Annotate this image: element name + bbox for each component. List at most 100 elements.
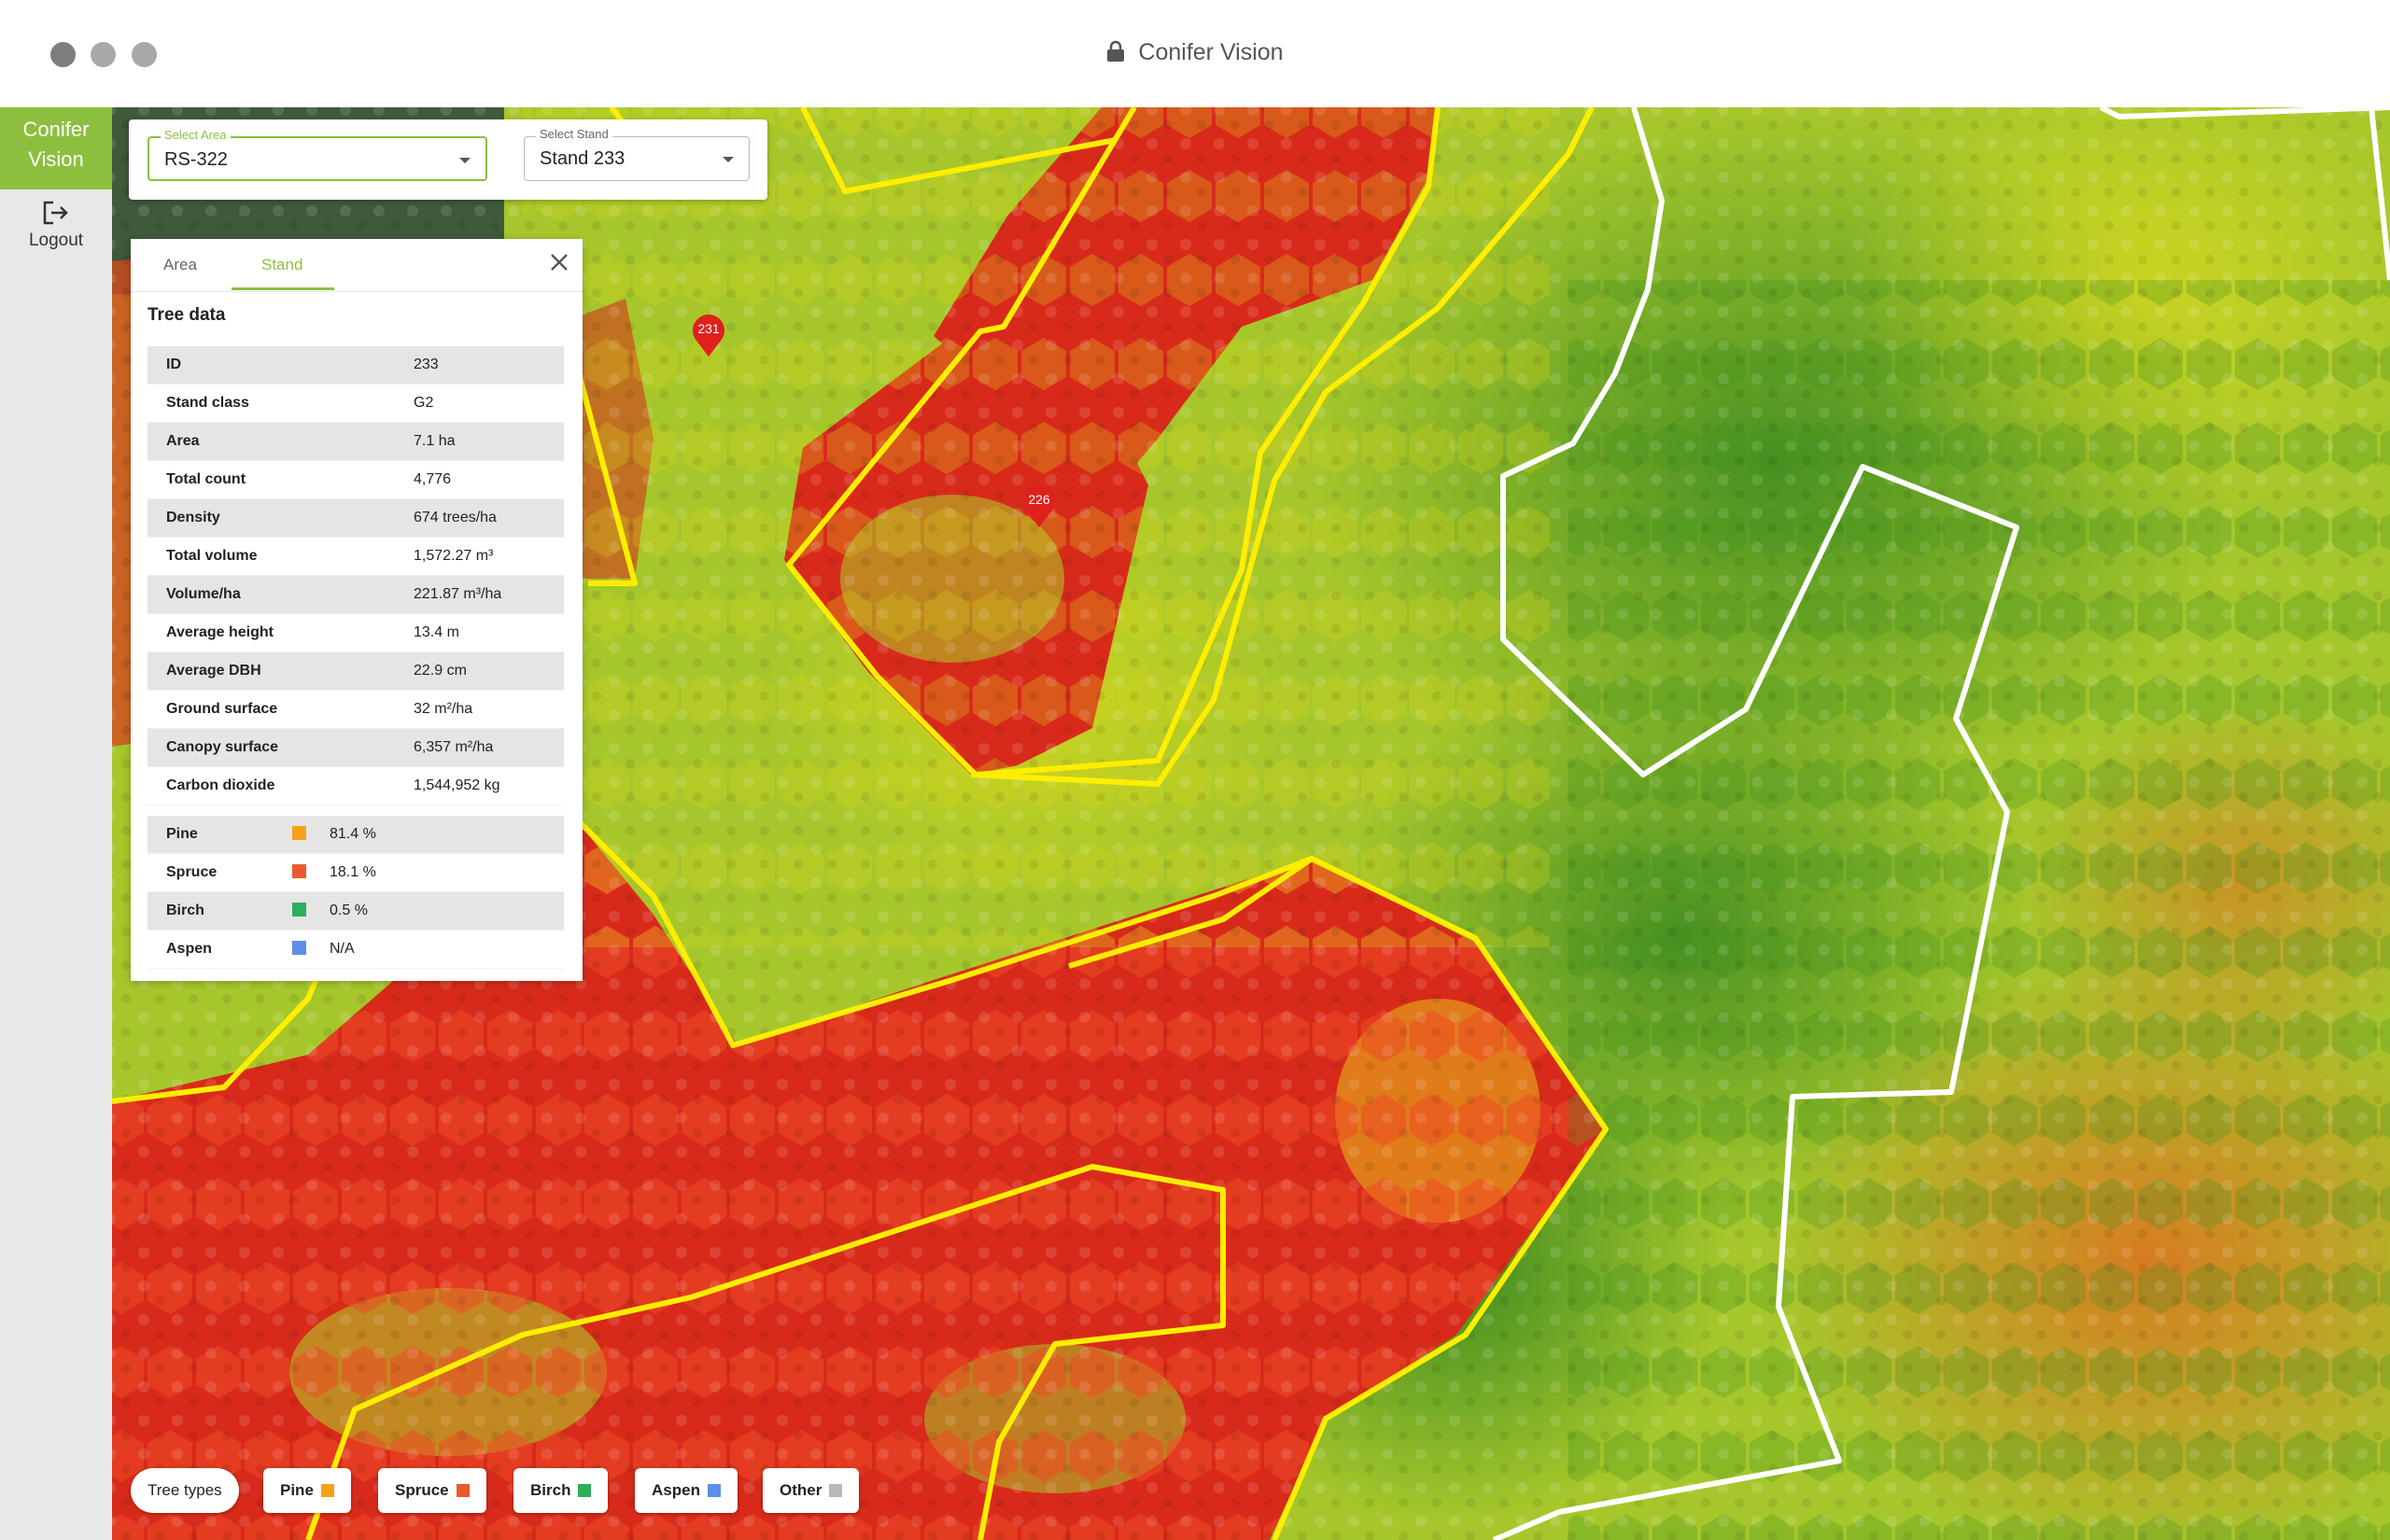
pine-swatch	[292, 826, 306, 840]
selector-bar: Select Area RS-322 Select Stand Stand 23…	[129, 119, 767, 200]
logout-button[interactable]: Logout	[0, 201, 112, 251]
legend-label: Other	[780, 1481, 822, 1499]
row-value: 1,544,952 kg	[414, 766, 564, 805]
row-value: 233	[414, 346, 564, 385]
row-value: 22.9 cm	[414, 651, 564, 691]
species-label: Aspen	[148, 930, 292, 969]
stand-marker-226[interactable]: 226	[1021, 483, 1057, 533]
area-select-label: Select Area	[161, 128, 231, 142]
tab-stand[interactable]: Stand	[261, 256, 302, 274]
row-value: 221.87 m³/ha	[414, 575, 564, 614]
marker-label: 231	[697, 321, 720, 336]
table-row: Volume/ha 221.87 m³/ha	[148, 575, 564, 614]
row-label: Density	[148, 498, 414, 538]
species-label: Spruce	[148, 853, 292, 892]
species-value: 18.1 %	[330, 853, 564, 892]
aspen-swatch	[707, 1484, 721, 1497]
row-label: Stand class	[148, 384, 414, 423]
species-label: Pine	[148, 816, 292, 854]
table-row: Average DBH 22.9 cm	[148, 651, 564, 691]
table-row: Stand class G2	[148, 384, 564, 423]
species-table: Pine 81.4 % Spruce 18.1 % Birch 0.5 % Aspen…	[148, 816, 564, 969]
title-bar: Conifer Vision	[0, 0, 2390, 107]
row-value: G2	[414, 384, 564, 423]
panel-title: Tree data	[148, 305, 226, 325]
pine-swatch	[320, 1484, 334, 1497]
row-value: 6,357 m²/ha	[414, 728, 564, 767]
species-row: Birch 0.5 %	[148, 891, 564, 931]
active-tab-indicator	[232, 287, 334, 290]
species-row: Aspen N/A	[148, 930, 564, 969]
row-value: 4,776	[414, 460, 564, 499]
legend-label: Birch	[530, 1481, 571, 1499]
row-value: 13.4 m	[414, 613, 564, 652]
table-row: Average height 13.4 m	[148, 613, 564, 652]
row-label: ID	[148, 346, 414, 385]
row-label: Area	[148, 422, 414, 461]
stand-data-table: ID 233 Stand class G2 Area 7.1 ha Total cou…	[148, 346, 564, 805]
stand-marker-231[interactable]: 231	[691, 313, 726, 362]
spruce-swatch	[456, 1484, 470, 1497]
legend-chip-birch[interactable]: Birch	[513, 1468, 609, 1513]
legend-label: Spruce	[395, 1481, 449, 1499]
tab-area[interactable]: Area	[163, 256, 197, 274]
legend-chip-pine[interactable]: Pine	[263, 1468, 351, 1513]
panel-tabs: Area Stand	[131, 239, 583, 292]
close-icon[interactable]	[549, 252, 569, 273]
table-row: Density 674 trees/ha	[148, 498, 564, 538]
row-value: 674 trees/ha	[414, 498, 564, 538]
row-value: 1,572.27 m³	[414, 537, 564, 576]
chevron-down-icon	[723, 157, 734, 162]
birch-swatch	[292, 903, 306, 917]
species-label: Birch	[148, 891, 292, 931]
table-row: Canopy surface 6,357 m²/ha	[148, 728, 564, 767]
spruce-swatch	[292, 864, 306, 878]
species-value: 0.5 %	[330, 891, 564, 931]
species-row: Spruce 18.1 %	[148, 853, 564, 892]
row-label: Ground surface	[148, 690, 414, 729]
marker-label: 226	[1028, 492, 1050, 507]
window-title-text: Conifer Vision	[1138, 39, 1284, 65]
species-value: 81.4 %	[330, 816, 564, 854]
legend-chip-other[interactable]: Other	[763, 1468, 860, 1513]
stand-select-label: Select Stand	[536, 127, 612, 141]
row-value: 7.1 ha	[414, 422, 564, 461]
row-label: Average DBH	[148, 651, 414, 691]
table-row: Total count 4,776	[148, 460, 564, 499]
table-row: Carbon dioxide 1,544,952 kg	[148, 766, 564, 805]
area-select[interactable]: Select Area RS-322	[148, 128, 487, 181]
chevron-down-icon	[459, 158, 471, 163]
window-title: Conifer Vision	[0, 39, 2390, 69]
stand-select-value: Stand 233	[540, 148, 626, 169]
other-swatch	[829, 1484, 843, 1497]
legend-chip-aspen[interactable]: Aspen	[635, 1468, 738, 1513]
tree-types-toggle[interactable]: Tree types	[131, 1468, 239, 1513]
row-label: Carbon dioxide	[148, 766, 414, 805]
lock-icon	[1106, 40, 1125, 69]
tree-data-panel: Area Stand Tree data ID 233 Stand class G2…	[131, 239, 583, 981]
legend-chip-spruce[interactable]: Spruce	[378, 1468, 486, 1513]
brand-line-1: Conifer	[22, 118, 90, 141]
row-label: Total count	[148, 460, 414, 499]
brand-logo[interactable]: Conifer Vision	[0, 107, 112, 189]
birch-swatch	[578, 1484, 592, 1497]
row-label: Total volume	[148, 537, 414, 576]
sidebar: Conifer Vision Logout	[0, 107, 112, 1540]
table-row: Total volume 1,572.27 m³	[148, 537, 564, 576]
row-label: Volume/ha	[148, 575, 414, 614]
table-row: Area 7.1 ha	[148, 422, 564, 461]
row-value: 32 m²/ha	[414, 690, 564, 729]
stand-select[interactable]: Select Stand Stand 233	[524, 127, 750, 181]
brand-line-2: Vision	[28, 147, 84, 171]
row-label: Canopy surface	[148, 728, 414, 767]
aspen-swatch	[292, 941, 306, 955]
species-value: N/A	[330, 930, 564, 969]
logout-icon	[43, 201, 68, 225]
logout-label: Logout	[28, 231, 84, 250]
legend-label: Pine	[280, 1481, 314, 1499]
row-label: Average height	[148, 613, 414, 652]
legend-label: Aspen	[652, 1481, 700, 1499]
table-row: ID 233	[148, 346, 564, 385]
area-select-value: RS-322	[164, 149, 228, 170]
table-row: Ground surface 32 m²/ha	[148, 690, 564, 729]
